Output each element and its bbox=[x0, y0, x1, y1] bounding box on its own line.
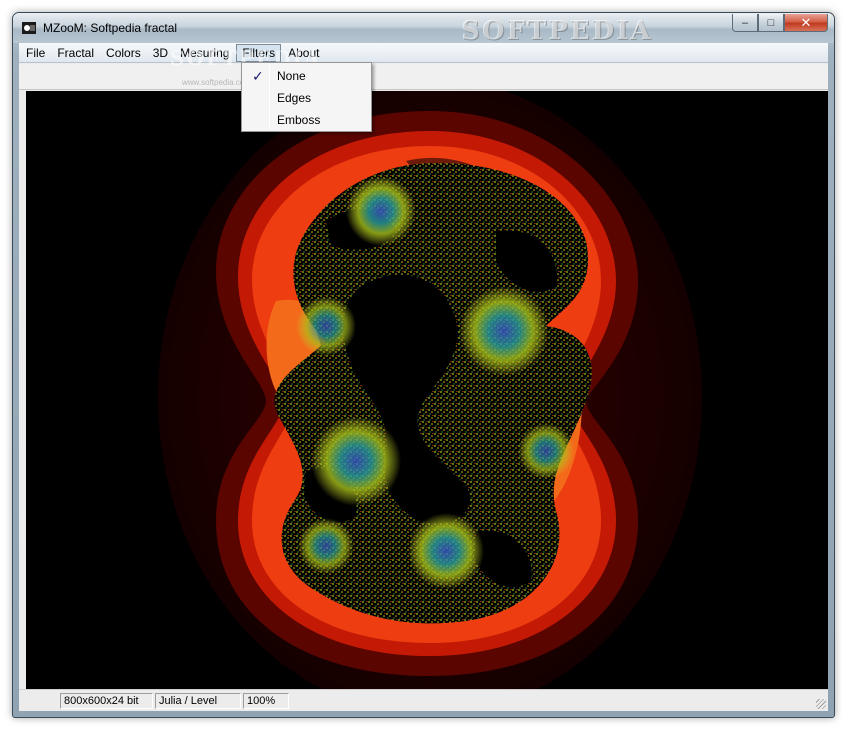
status-bar: 800x600x24 bit Julia / Level 100% bbox=[19, 689, 828, 711]
minimize-icon: – bbox=[741, 16, 749, 29]
close-button[interactable]: ✕ bbox=[784, 14, 828, 32]
spiral-mid-left bbox=[311, 416, 401, 506]
close-icon: ✕ bbox=[800, 14, 812, 30]
spiral-bottom-left bbox=[298, 518, 354, 574]
resize-grip[interactable] bbox=[816, 699, 826, 709]
spiral-left bbox=[296, 296, 356, 356]
maximize-button[interactable]: □ bbox=[758, 14, 784, 32]
filter-item-none[interactable]: ✓ None bbox=[244, 65, 369, 87]
filter-item-label: Emboss bbox=[277, 113, 321, 127]
window-controls: – □ ✕ bbox=[732, 14, 828, 32]
filters-dropdown-menu: ✓ None Edges Emboss bbox=[241, 62, 372, 132]
minimize-button[interactable]: – bbox=[732, 14, 758, 32]
client-area: File Fractal Colors 3D Mesuring Filters … bbox=[19, 43, 828, 711]
julia-fractal-image bbox=[158, 91, 702, 689]
status-zoom: 100% bbox=[243, 693, 289, 709]
window-title: MZooM: Softpedia fractal bbox=[43, 21, 178, 35]
status-fractal-mode: Julia / Level bbox=[155, 693, 241, 709]
fractal-canvas[interactable] bbox=[26, 91, 828, 689]
status-resolution: 800x600x24 bit bbox=[60, 693, 153, 709]
softpedia-watermark: SOFTPEDIA bbox=[461, 16, 653, 46]
filter-item-label: None bbox=[277, 69, 306, 83]
spiral-right bbox=[518, 423, 574, 479]
toolbar-area bbox=[19, 64, 828, 90]
spiral-top-left bbox=[346, 176, 416, 246]
title-bar[interactable]: MZooM: Softpedia fractal SOFTPEDIA – □ ✕ bbox=[13, 13, 834, 46]
filter-item-label: Edges bbox=[277, 91, 312, 105]
app-icon[interactable] bbox=[21, 20, 37, 36]
maximize-icon: □ bbox=[767, 16, 775, 29]
menu-file[interactable]: File bbox=[21, 44, 50, 62]
app-window: MZooM: Softpedia fractal SOFTPEDIA – □ ✕… bbox=[12, 12, 835, 718]
menu-fractal[interactable]: Fractal bbox=[52, 44, 99, 62]
filter-item-emboss[interactable]: Emboss bbox=[244, 109, 369, 131]
checkmark-icon: ✓ bbox=[252, 68, 264, 84]
filter-item-edges[interactable]: Edges bbox=[244, 87, 369, 109]
spiral-bottom bbox=[408, 513, 484, 589]
spiral-top-right bbox=[459, 286, 549, 376]
menu-bar: File Fractal Colors 3D Mesuring Filters … bbox=[19, 43, 828, 63]
menu-colors[interactable]: Colors bbox=[101, 44, 146, 62]
